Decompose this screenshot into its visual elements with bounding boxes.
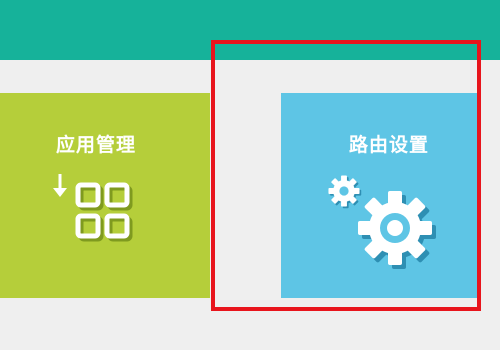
app-management-label: 应用管理 bbox=[56, 134, 137, 156]
router-settings-tile[interactable]: 路由设置 bbox=[281, 93, 481, 298]
top-header-bar bbox=[0, 0, 500, 60]
app-management-tile[interactable]: 应用管理 bbox=[0, 93, 210, 298]
app-grid-download-icon bbox=[50, 171, 150, 265]
settings-gears-icon bbox=[327, 173, 437, 277]
router-settings-label: 路由设置 bbox=[349, 134, 430, 156]
